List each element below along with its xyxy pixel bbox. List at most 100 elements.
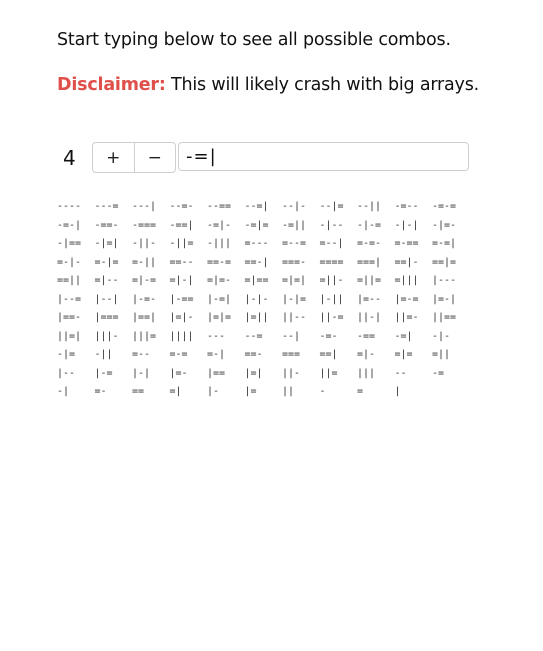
combo-item: |||- — [94, 330, 119, 342]
combo-item: =-= — [169, 349, 188, 360]
combo-item: ==-= — [207, 256, 232, 268]
combo-item: =-- — [132, 349, 151, 360]
combo-item: -||- — [132, 238, 157, 249]
combo-item: ||- — [282, 367, 301, 379]
disclaimer-text: This will likely crash with big arrays. — [165, 75, 479, 95]
combo-item: =-== — [394, 238, 419, 249]
combo-item: -==| — [169, 219, 194, 231]
combo-item: ===- — [282, 256, 307, 268]
combo-item: -=-- — [394, 201, 419, 212]
combo-item: ---- — [57, 201, 82, 212]
combo-item: -|=| — [94, 238, 119, 249]
combo-item: =- — [94, 386, 107, 397]
combo-item: =--- — [244, 238, 269, 249]
combo-item: |--- — [432, 275, 457, 286]
combo-item: -|-= — [357, 219, 382, 231]
combo-item: |=-- — [357, 293, 382, 305]
combo-item: |--= — [57, 293, 82, 305]
combo-item: ||-= — [319, 312, 344, 323]
combo-item: =|-= — [132, 275, 157, 286]
combo-item: =||- — [319, 275, 344, 286]
combo-item: =|== — [244, 275, 269, 286]
combo-item: ==-| — [244, 256, 269, 268]
combo-grid: ---- ---= ---| --=- --== --=| --|- --|= --|| -=--… — [57, 198, 470, 402]
combo-item: ||== — [432, 312, 457, 323]
combo-item: |=-| — [432, 293, 457, 305]
disclaimer: Disclaimer: This will likely crash with … — [57, 75, 479, 95]
combo-item: =-|= — [94, 256, 119, 268]
combo-item: |==- — [57, 312, 82, 323]
combo-item: ||= — [319, 367, 338, 379]
combo-item: =-=- — [357, 238, 382, 249]
combo-item: |--| — [94, 293, 119, 305]
combo-item: =|- — [357, 349, 376, 360]
combo-item: --|| — [357, 201, 382, 212]
combo-item: -== — [357, 330, 376, 342]
combo-item: |||= — [132, 330, 157, 342]
combo-item: =|| — [432, 349, 451, 360]
combo-item: ==== — [319, 256, 344, 268]
combo-item: -=-= — [432, 201, 457, 212]
combo-item: |-= — [94, 367, 113, 379]
combo-item: -=- — [319, 330, 338, 342]
combo-item: | — [394, 386, 401, 397]
combo-item: =--| — [319, 238, 344, 249]
intro-text: Start typing below to see all possible c… — [57, 30, 451, 50]
combo-item: ==|- — [394, 256, 419, 268]
combo-item: ==| — [319, 349, 338, 360]
combo-item: -| — [57, 386, 70, 397]
combo-item: -- — [394, 367, 407, 379]
combo-item: -=-| — [57, 219, 82, 231]
combo-item: --= — [244, 330, 263, 342]
combo-item: = — [357, 386, 364, 397]
combo-item: ==- — [244, 349, 263, 360]
combo-item: ||-| — [357, 312, 382, 323]
combo-item: =-=| — [432, 238, 457, 249]
combo-item: -=|= — [244, 219, 269, 231]
combo-item: |= — [244, 386, 257, 397]
combo-item: |=== — [94, 312, 119, 323]
combo-item: == — [132, 386, 145, 397]
combo-item: |-| — [132, 367, 151, 379]
combo-item: |-|= — [282, 293, 307, 305]
combo-item: |=|- — [169, 312, 194, 323]
combo-item: -|- — [432, 330, 451, 342]
decrement-button[interactable]: − — [133, 143, 176, 172]
combo-item: =--= — [282, 238, 307, 249]
characters-input[interactable] — [178, 142, 469, 171]
combo-item: -=| — [394, 330, 413, 342]
combo-item: --=| — [244, 201, 269, 212]
combo-item: |-- — [57, 367, 76, 379]
combo-item: --=- — [169, 201, 194, 212]
combo-item: ||=| — [57, 330, 82, 342]
combo-item: |-|| — [319, 293, 344, 305]
combo-item: -|=- — [432, 219, 457, 231]
combo-item: |||| — [169, 330, 194, 342]
combo-item: --- — [207, 330, 226, 342]
increment-button[interactable]: + — [93, 143, 134, 172]
combo-item: |=-= — [394, 293, 419, 305]
combo-item: |==| — [132, 312, 157, 323]
combo-item: -=|- — [207, 219, 232, 231]
combo-item: =-|| — [132, 256, 157, 268]
combo-item: ==|| — [57, 275, 82, 286]
combo-item: || — [282, 386, 295, 397]
combo-item: -=== — [132, 219, 157, 231]
combo-item: -||| — [207, 238, 232, 249]
combo-item: ==|= — [432, 256, 457, 268]
combo-item: - — [319, 386, 326, 397]
combo-item: =|=| — [282, 275, 307, 286]
combo-item: ===| — [357, 256, 382, 268]
combo-item: |- — [207, 386, 220, 397]
combo-item: -|-| — [394, 219, 419, 231]
combo-item: |== — [207, 367, 226, 379]
combo-length-value: 4 — [63, 146, 76, 170]
combo-item: --| — [282, 330, 301, 342]
combo-item: ||=- — [394, 312, 419, 323]
combo-item: ---= — [94, 201, 119, 212]
combo-item: =-|- — [57, 256, 82, 268]
combo-item: --== — [207, 201, 232, 212]
combo-item: |-=- — [132, 293, 157, 305]
combo-item: |=- — [169, 367, 188, 379]
combo-item: -|== — [57, 238, 82, 249]
